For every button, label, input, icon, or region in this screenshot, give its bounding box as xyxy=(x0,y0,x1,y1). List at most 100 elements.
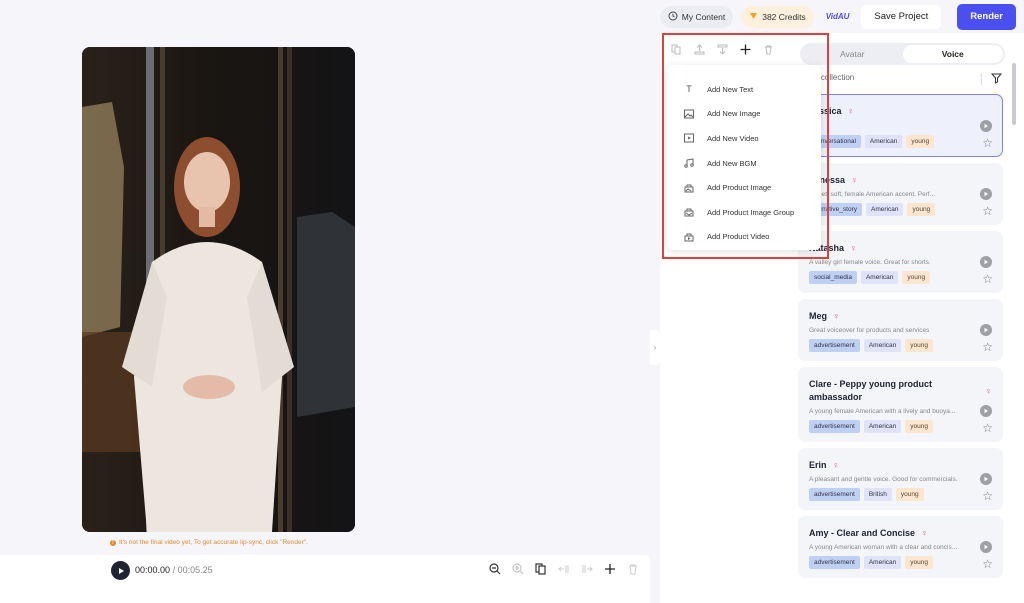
text-icon: T xyxy=(686,84,692,95)
collapse-panel-toggle[interactable]: › xyxy=(650,330,660,365)
menu-item-add-product-image-group[interactable]: Add Product Image Group xyxy=(667,200,821,225)
hint-text: It's not the final video yet, To get acc… xyxy=(119,539,308,546)
voice-description: A young American woman with a clear and … xyxy=(809,544,958,551)
preview-voice-button[interactable] xyxy=(980,256,992,268)
delete-element-icon[interactable] xyxy=(762,43,774,55)
diamond-icon xyxy=(749,12,758,22)
favorite-star-icon[interactable]: ☆ xyxy=(982,137,993,149)
play-icon xyxy=(984,544,988,550)
my-content-button[interactable]: My Content xyxy=(659,5,734,28)
menu-item-add-product-image[interactable]: Add Product Image xyxy=(667,175,821,200)
save-project-button[interactable]: Save Project xyxy=(861,4,942,29)
voice-tag: American xyxy=(863,339,902,352)
female-icon: ♀ xyxy=(833,311,840,321)
voice-description: A pleasant and gentle voice. Good for co… xyxy=(809,476,958,483)
preview-voice-button[interactable] xyxy=(980,405,992,417)
female-icon: ♀ xyxy=(851,175,858,185)
copy-icon[interactable] xyxy=(670,43,682,55)
preview-voice-button[interactable] xyxy=(980,188,992,200)
menu-item-add-new-bgm[interactable]: Add New BGM xyxy=(667,151,821,176)
tab-avatar[interactable]: Avatar xyxy=(802,45,903,63)
add-element-menu: T Add New Text Add New Image Add New Video A… xyxy=(667,65,821,250)
play-icon xyxy=(984,327,988,333)
preview-voice-button[interactable] xyxy=(980,324,992,336)
render-button[interactable]: Render xyxy=(957,3,1016,30)
play-button[interactable] xyxy=(111,561,130,580)
top-bar: My Content 382 Credits VidAU Save Projec… xyxy=(0,0,1024,33)
female-icon: ♀ xyxy=(985,386,992,396)
favorite-star-icon[interactable]: ☆ xyxy=(982,205,993,217)
favorite-star-icon[interactable]: ☆ xyxy=(982,490,993,502)
menu-item-add-new-image[interactable]: Add New Image xyxy=(667,102,821,127)
voice-name-row: Erin ♀ xyxy=(809,459,979,472)
product-image-group-icon xyxy=(684,207,694,217)
timeline-toolbar xyxy=(488,562,640,576)
credits-badge[interactable]: 382 Credits xyxy=(741,5,814,28)
move-up-icon[interactable] xyxy=(693,43,705,55)
voice-description: Great voiceover for products and service… xyxy=(809,327,930,334)
duplicate-icon[interactable] xyxy=(534,562,548,576)
play-icon xyxy=(118,567,124,574)
menu-item-label: Add Product Image xyxy=(707,183,772,193)
voice-tag: advertisement xyxy=(809,420,860,433)
zoom-out-icon[interactable] xyxy=(488,562,502,576)
voice-description xyxy=(809,122,974,130)
zoom-in-icon[interactable] xyxy=(511,562,525,576)
voice-tag: young xyxy=(902,271,931,284)
voice-tag: young xyxy=(905,339,934,352)
preview-area: ! It's not the final video yet, To get a… xyxy=(0,33,650,603)
product-video-icon xyxy=(684,232,694,242)
play-icon xyxy=(984,259,988,265)
voice-card[interactable]: Jessica ♀ conversational American young ☆ xyxy=(798,94,1003,157)
voice-tag: advertisement xyxy=(809,339,860,352)
voice-card[interactable]: Erin ♀ A pleasant and gentle voice. Good f… xyxy=(798,448,1003,510)
voice-tags: advertisement British young xyxy=(809,488,992,501)
menu-item-label: Add New BGM xyxy=(707,158,757,168)
voice-name: Erin xyxy=(809,460,827,470)
voice-name-row: Vanessa ♀ xyxy=(809,174,979,187)
avatar-video-preview[interactable] xyxy=(82,47,355,532)
split-left-icon[interactable] xyxy=(557,562,571,576)
voice-card[interactable]: Vanessa ♀ Sweet, soft, female American acc… xyxy=(798,163,1003,225)
favorite-star-icon[interactable]: ☆ xyxy=(982,273,993,285)
voice-name-row: Meg ♀ xyxy=(809,310,979,323)
voice-name-row: Amy - Clear and Concise ♀ xyxy=(809,527,979,540)
favorite-star-icon[interactable]: ☆ xyxy=(982,422,993,434)
scrollbar[interactable] xyxy=(1012,63,1016,125)
favorite-star-icon[interactable]: ☆ xyxy=(982,341,993,353)
voice-tag: American xyxy=(863,556,902,569)
voice-name: Meg xyxy=(809,311,827,321)
voice-card[interactable]: Meg ♀ Great voiceover for products and ser… xyxy=(798,299,1003,361)
voice-card[interactable]: ♀ Clare - Peppy young product ambassador A… xyxy=(798,367,1003,442)
voice-card[interactable]: Amy - Clear and Concise ♀ A young American… xyxy=(798,516,1003,578)
preview-voice-button[interactable] xyxy=(980,541,992,553)
menu-item-add-new-video[interactable]: Add New Video xyxy=(667,126,821,151)
filter-icon[interactable] xyxy=(990,73,1003,86)
menu-item-label: Add Product Image Group xyxy=(707,207,795,217)
voice-panel: Avatar Voice My collection Jessica ♀ conve… xyxy=(790,33,1024,603)
voice-card[interactable]: Natasha ♀ A valley girl female voice. Grea… xyxy=(798,231,1003,293)
menu-item-add-new-text[interactable]: T Add New Text xyxy=(667,77,821,102)
add-element-icon[interactable] xyxy=(739,43,751,55)
menu-item-add-product-video[interactable]: Add Product Video xyxy=(667,225,821,250)
move-down-icon[interactable] xyxy=(716,43,728,55)
favorite-star-icon[interactable]: ☆ xyxy=(982,558,993,570)
preview-voice-button[interactable] xyxy=(980,120,992,132)
chevron-right-icon: › xyxy=(653,343,657,352)
clock-icon xyxy=(668,11,678,23)
delete-icon[interactable] xyxy=(626,562,640,576)
tab-voice[interactable]: Voice xyxy=(902,45,1003,63)
voice-tag: young xyxy=(906,135,935,148)
split-right-icon[interactable] xyxy=(580,562,594,576)
voice-tags: conversational American young xyxy=(809,135,992,148)
voice-tag: American xyxy=(860,271,899,284)
voice-tag: young xyxy=(905,556,934,569)
female-icon: ♀ xyxy=(847,106,855,116)
voice-name: Amy - Clear and Concise xyxy=(809,528,916,538)
avatar-video-frame xyxy=(82,47,355,532)
preview-voice-button[interactable] xyxy=(980,473,992,485)
voice-tags: narrative_story American young xyxy=(809,203,992,216)
element-toolbar xyxy=(670,43,774,55)
add-icon[interactable] xyxy=(603,562,617,576)
voice-tag: advertisement xyxy=(809,488,860,501)
